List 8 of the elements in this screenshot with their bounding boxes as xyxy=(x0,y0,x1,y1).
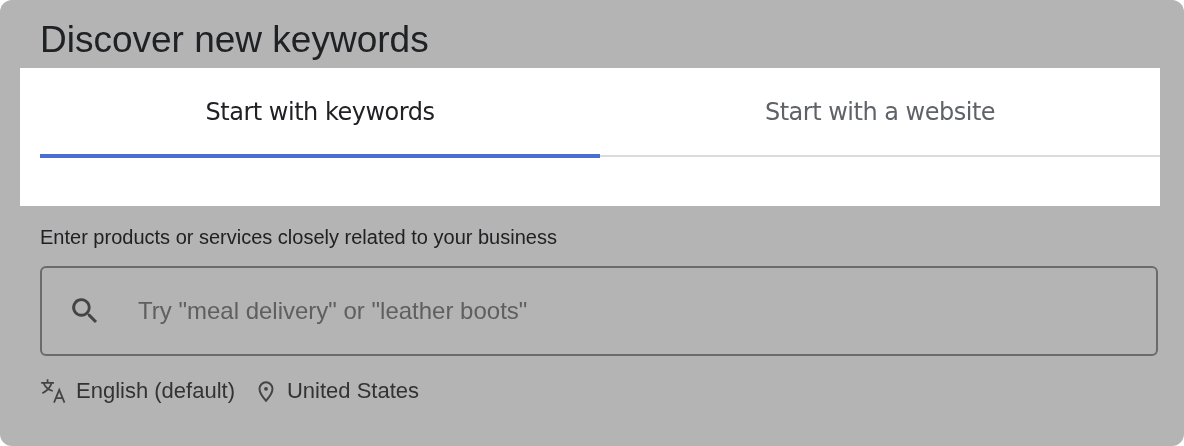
tab[interactable]: Start with keywords xyxy=(40,82,600,159)
tab[interactable]: Start with a website xyxy=(600,82,1160,159)
field-label: Enter products or services closely related to your business xyxy=(40,225,558,251)
search-field[interactable]: Try "meal delivery" or "leather boots" xyxy=(40,266,1158,357)
language-link[interactable]: English (default) xyxy=(76,374,235,408)
page-title: Discover new keywords xyxy=(40,18,430,62)
translate-icon xyxy=(40,376,68,405)
location-link[interactable]: United States xyxy=(287,374,420,408)
